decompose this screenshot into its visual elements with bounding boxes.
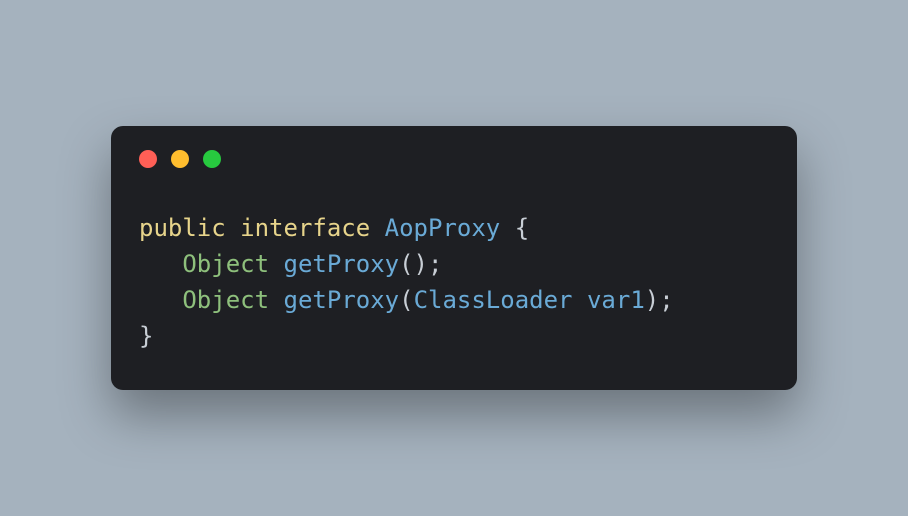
brace-close: } xyxy=(139,322,153,350)
keyword-interface: interface xyxy=(240,214,370,242)
param-name: var1 xyxy=(587,286,645,314)
keyword-public: public xyxy=(139,214,226,242)
method-name: getProxy xyxy=(284,286,400,314)
code-window: public interface AopProxy { Object getPr… xyxy=(111,126,797,390)
paren-open: ( xyxy=(399,286,413,314)
method-name: getProxy xyxy=(284,250,400,278)
maximize-icon xyxy=(203,150,221,168)
indent xyxy=(139,250,182,278)
traffic-lights xyxy=(111,150,797,168)
brace-open: { xyxy=(500,214,529,242)
parens: (); xyxy=(399,250,442,278)
code-block: public interface AopProxy { Object getPr… xyxy=(111,210,797,354)
minimize-icon xyxy=(171,150,189,168)
return-type: Object xyxy=(182,286,269,314)
type-aopproxy: AopProxy xyxy=(385,214,501,242)
paren-close: ); xyxy=(645,286,674,314)
close-icon xyxy=(139,150,157,168)
indent xyxy=(139,286,182,314)
return-type: Object xyxy=(182,250,269,278)
param-type: ClassLoader xyxy=(414,286,573,314)
